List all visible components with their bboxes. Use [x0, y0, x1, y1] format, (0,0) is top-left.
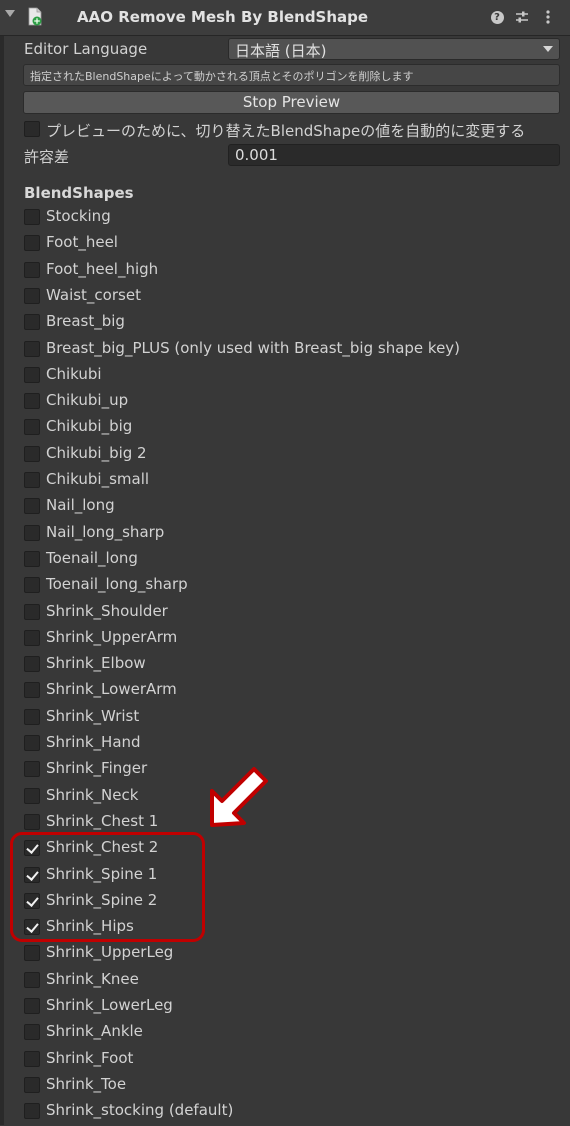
blendshape-checkbox[interactable] — [24, 629, 40, 646]
blendshape-row[interactable]: Shrink_Elbow — [0, 653, 570, 679]
blendshape-label: Chikubi_small — [46, 470, 150, 488]
blendshape-row[interactable]: Chikubi_big — [0, 416, 570, 442]
blendshape-checkbox[interactable] — [24, 945, 40, 962]
blendshape-row[interactable]: Nail_long — [0, 495, 570, 521]
blendshape-row[interactable]: Breast_big_PLUS (only used with Breast_b… — [0, 338, 570, 364]
blendshape-row[interactable]: Chikubi_big 2 — [0, 443, 570, 469]
blendshape-label: Shrink_Finger — [46, 759, 148, 778]
blendshape-label: Shrink_Foot — [46, 1048, 134, 1067]
blendshape-row[interactable]: Foot_heel_high — [0, 259, 570, 285]
blendshape-checkbox[interactable] — [24, 498, 40, 515]
blendshape-row[interactable]: Nail_long_sharp — [0, 522, 570, 548]
blendshape-checkbox[interactable] — [24, 998, 40, 1014]
blendshape-label: Shrink_UpperLeg — [46, 943, 174, 962]
blendshape-checkbox[interactable] — [24, 682, 40, 699]
blendshape-label: Chikubi_big 2 — [46, 443, 147, 462]
blendshape-row[interactable]: Chikubi_up — [0, 390, 570, 416]
blendshape-label: Shrink_UpperArm — [46, 627, 178, 646]
blendshape-row[interactable]: Stocking — [0, 206, 570, 232]
blendshape-label: Shrink_Elbow — [46, 654, 146, 673]
blendshape-checkbox[interactable] — [24, 393, 40, 410]
blendshape-row[interactable]: Shrink_Hand — [0, 732, 570, 758]
highlight-box — [10, 832, 205, 942]
blendshape-checkbox[interactable] — [24, 1050, 40, 1067]
blendshape-checkbox[interactable] — [24, 813, 40, 830]
blendshape-label: Shrink_Wrist — [46, 706, 140, 725]
blendshape-label: Shrink_Chest 1 — [46, 811, 159, 830]
blendshape-checkbox[interactable] — [24, 550, 40, 567]
blendshape-checkbox[interactable] — [24, 761, 40, 778]
blendshape-label: Toenail_long — [46, 548, 138, 567]
blendshape-label: Breast_big_PLUS (only used with Breast_b… — [46, 338, 461, 357]
blendshape-row[interactable]: Chikubi_small — [0, 469, 570, 495]
blendshape-label: Foot_heel_high — [46, 259, 159, 278]
blendshape-label: Nail_long_sharp — [46, 522, 165, 541]
blendshape-label: Chikubi_big — [46, 417, 133, 436]
blendshape-checkbox[interactable] — [24, 577, 40, 594]
pointer-arrow-icon — [210, 767, 268, 827]
blendshape-checkbox[interactable] — [24, 1076, 40, 1093]
blendshape-checkbox[interactable] — [24, 287, 40, 304]
blendshape-checkbox[interactable] — [24, 261, 40, 278]
blendshape-checkbox[interactable] — [24, 419, 40, 436]
blendshape-row[interactable]: Foot_heel — [0, 232, 570, 258]
blendshape-label: Shrink_LowerArm — [46, 680, 177, 699]
inspector-panel: AAO Remove Mesh By BlendShape ? Editor L… — [0, 0, 570, 1125]
blendshape-checkbox[interactable] — [24, 340, 40, 357]
blendshape-row[interactable]: Toenail_long_sharp — [0, 574, 570, 600]
blendshape-label: Chikubi — [46, 364, 102, 383]
blendshape-label: Waist_corset — [46, 285, 141, 304]
blendshape-label: Breast_big — [46, 312, 125, 331]
blendshape-row[interactable]: Shrink_Neck — [0, 785, 570, 811]
blendshape-row[interactable]: Shrink_UpperLeg — [0, 942, 570, 968]
blendshape-row[interactable]: Shrink_Shoulder — [0, 601, 570, 627]
blendshape-row[interactable]: Shrink_Finger — [0, 758, 570, 784]
blendshape-checkbox[interactable] — [24, 314, 40, 331]
blendshape-label: Shrink_Neck — [46, 785, 139, 804]
blendshape-row[interactable]: Waist_corset — [0, 285, 570, 311]
blendshape-row[interactable]: Shrink_LowerLeg — [0, 995, 570, 1021]
blendshape-checkbox[interactable] — [24, 787, 40, 804]
blendshape-row[interactable]: Toenail_long — [0, 548, 570, 574]
blendshape-checkbox[interactable] — [24, 472, 40, 488]
blendshape-checkbox[interactable] — [24, 1103, 40, 1120]
blendshape-row[interactable]: Shrink_Foot — [0, 1048, 570, 1074]
blendshape-label: Shrink_Shoulder — [46, 601, 168, 620]
blendshape-label: Shrink_Hand — [46, 733, 141, 751]
blendshape-list: Stocking Foot_heel Foot_heel_high Waist_cor… — [0, 0, 570, 1125]
blendshape-checkbox[interactable] — [24, 445, 40, 462]
blendshape-checkbox[interactable] — [24, 708, 40, 725]
blendshape-label: Shrink_Ankle — [46, 1022, 143, 1041]
blendshape-row[interactable]: Shrink_LowerArm — [0, 679, 570, 705]
blendshape-label: Toenail_long_sharp — [46, 575, 188, 594]
blendshape-checkbox[interactable] — [24, 603, 40, 620]
blendshape-row[interactable]: Shrink_stocking (default) — [0, 1100, 570, 1126]
blendshape-checkbox[interactable] — [24, 971, 40, 988]
blendshape-checkbox[interactable] — [24, 735, 40, 751]
blendshape-label: Nail_long — [46, 496, 115, 515]
blendshape-row[interactable]: Shrink_UpperArm — [0, 627, 570, 653]
blendshape-label: Shrink_Toe — [46, 1074, 127, 1093]
blendshape-row[interactable]: Shrink_Knee — [0, 969, 570, 995]
blendshape-checkbox[interactable] — [24, 524, 40, 541]
blendshape-checkbox[interactable] — [24, 656, 40, 673]
blendshape-row[interactable]: Breast_big — [0, 311, 570, 337]
blendshape-checkbox[interactable] — [24, 1024, 40, 1041]
blendshape-checkbox[interactable] — [24, 366, 40, 383]
blendshape-checkbox[interactable] — [24, 235, 40, 252]
blendshape-label: Foot_heel — [46, 233, 118, 252]
blendshape-label: Shrink_LowerLeg — [46, 996, 173, 1014]
blendshape-row[interactable]: Shrink_Ankle — [0, 1021, 570, 1047]
blendshape-label: Shrink_stocking (default) — [46, 1101, 234, 1120]
blendshape-row[interactable]: Shrink_Toe — [0, 1074, 570, 1100]
blendshape-checkbox[interactable] — [24, 209, 40, 225]
blendshape-label: Chikubi_up — [46, 391, 129, 410]
blendshape-row[interactable]: Chikubi — [0, 364, 570, 390]
blendshape-row[interactable]: Shrink_Wrist — [0, 706, 570, 732]
blendshape-label: Shrink_Knee — [46, 969, 139, 988]
blendshape-label: Stocking — [46, 207, 111, 225]
